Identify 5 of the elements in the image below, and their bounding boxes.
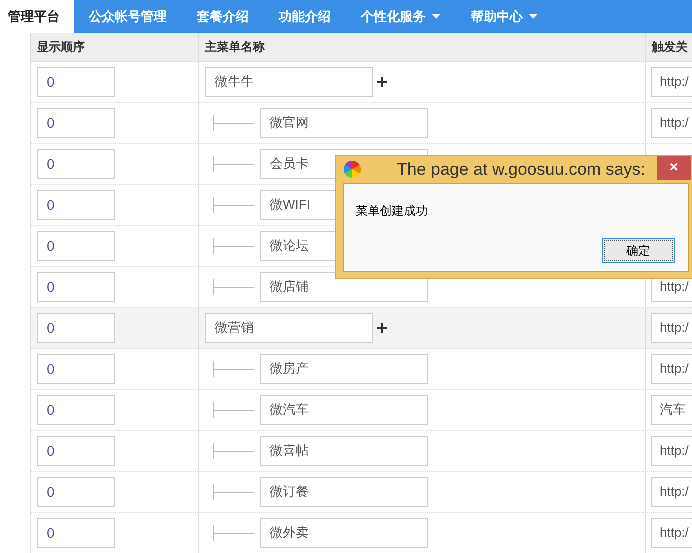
- column-header: 显示顺序: [31, 33, 199, 61]
- dialog-message: 菜单创建成功: [356, 203, 428, 220]
- column-header: 主菜单名称: [199, 33, 646, 61]
- dialog-title: The page at w.goosuu.com says:: [397, 158, 646, 181]
- column-header: 触发关: [650, 39, 689, 56]
